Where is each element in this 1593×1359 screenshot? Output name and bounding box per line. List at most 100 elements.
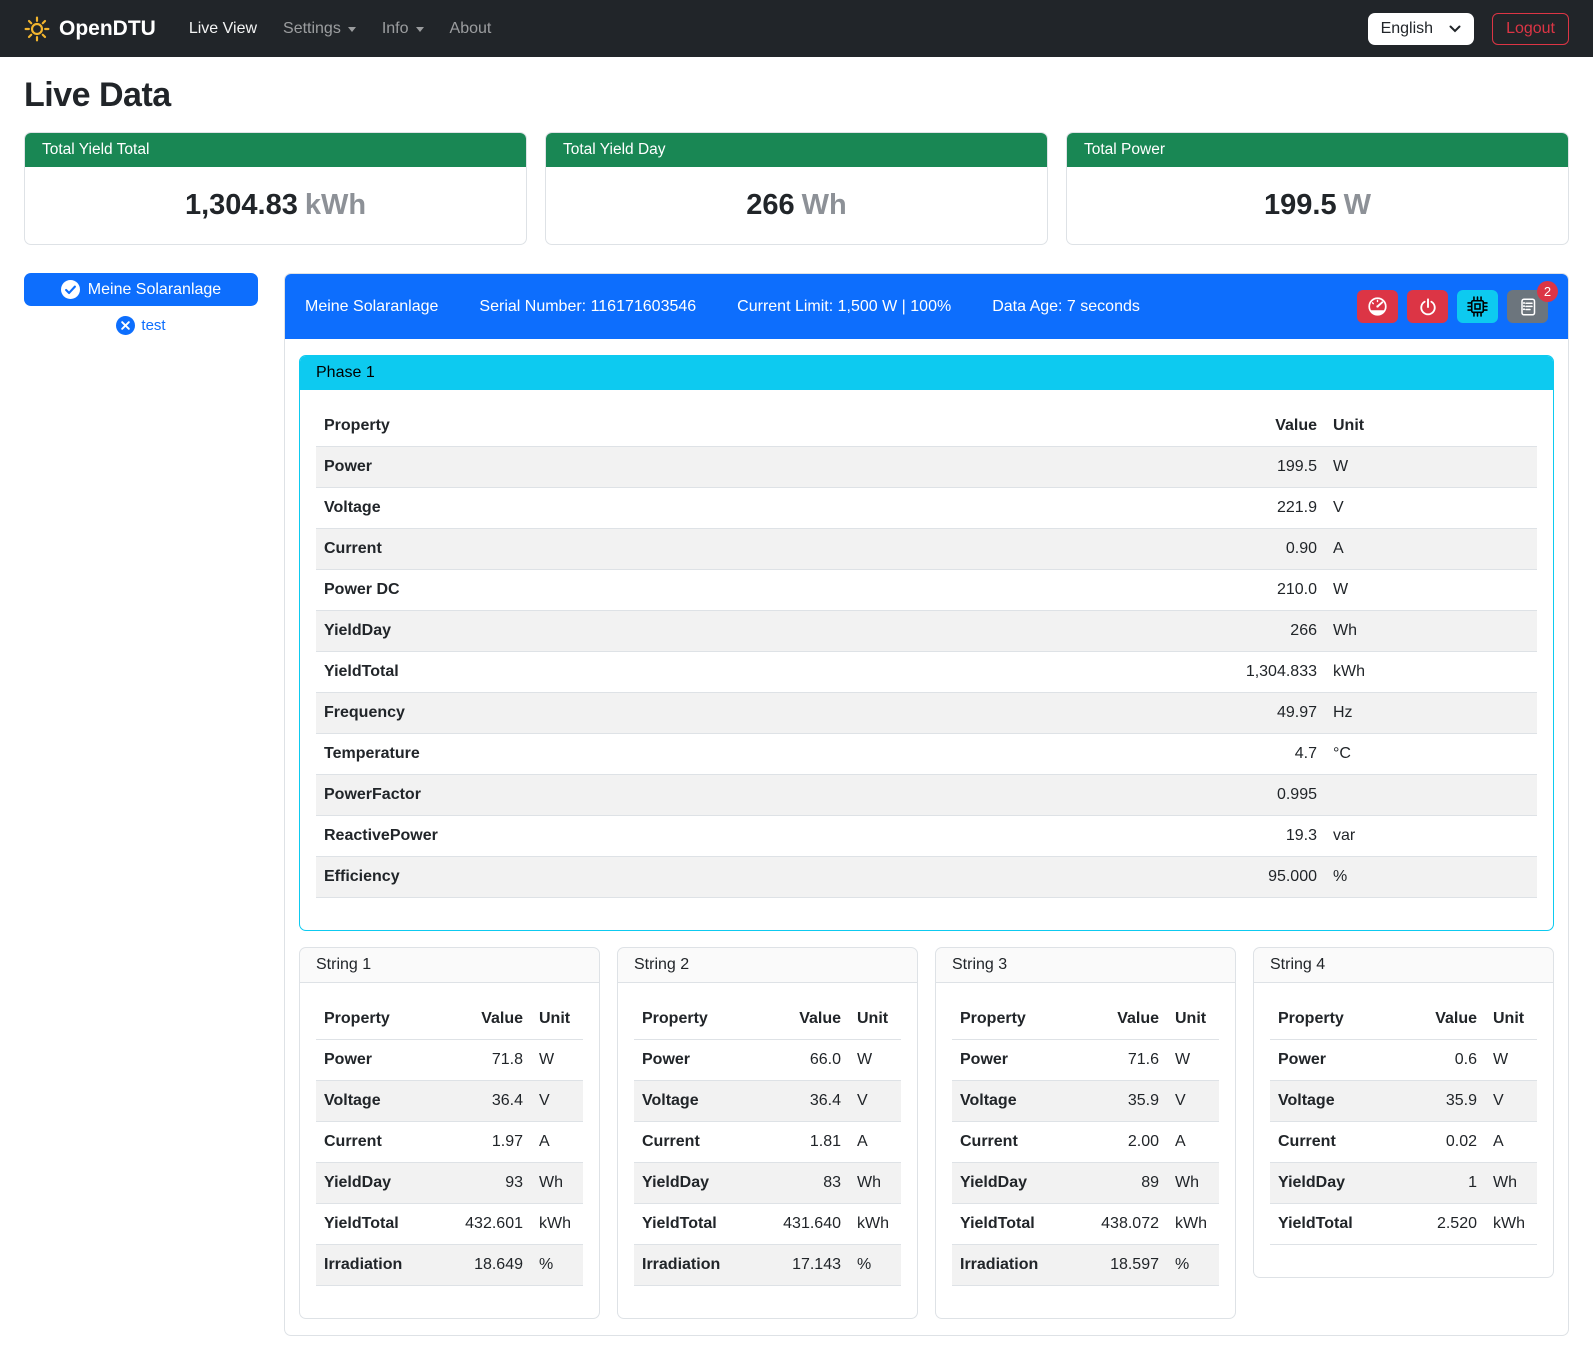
value-cell: 66.0	[769, 1040, 849, 1081]
logout-button[interactable]: Logout	[1492, 13, 1569, 45]
property-cell: Voltage	[316, 1081, 451, 1122]
table-row: Efficiency95.000%	[316, 857, 1537, 898]
table-row: YieldDay83Wh	[634, 1163, 901, 1204]
value-cell: 431.640	[769, 1204, 849, 1245]
total-yield-day-card: Total Yield Day 266Wh	[545, 132, 1048, 245]
table-header-row: Property Value Unit	[316, 999, 583, 1040]
value-cell: 1,304.833	[1205, 652, 1325, 693]
string-3-table: Property Value Unit Power71.6WVoltage35.…	[952, 999, 1219, 1286]
inverter-item-label: test	[141, 317, 165, 334]
inverter-card: Meine Solaranlage Serial Number: 1161716…	[284, 273, 1569, 1336]
unit-cell: var	[1325, 816, 1537, 857]
unit-cell: Wh	[1167, 1163, 1219, 1204]
event-log-button[interactable]: 2	[1507, 290, 1548, 323]
string-title: String 3	[936, 948, 1235, 983]
table-row: YieldDay89Wh	[952, 1163, 1219, 1204]
inverter-select-label: Meine Solaranlage	[88, 281, 221, 299]
unit-cell: V	[1325, 488, 1537, 529]
table-row: Current1.97A	[316, 1122, 583, 1163]
card-value: 1,304.83kWh	[25, 167, 526, 244]
card-value: 266Wh	[546, 167, 1047, 244]
table-row: Frequency49.97Hz	[316, 693, 1537, 734]
unit-cell: V	[531, 1081, 583, 1122]
string-1-panel: String 1 Property Value Unit	[299, 947, 600, 1319]
property-cell: Voltage	[952, 1081, 1087, 1122]
property-cell: YieldTotal	[316, 1204, 451, 1245]
unit-cell: %	[849, 1245, 901, 1286]
table-row: YieldTotal438.072kWh	[952, 1204, 1219, 1245]
property-cell: Power	[1270, 1040, 1405, 1081]
strings-row: String 1 Property Value Unit	[299, 947, 1554, 1319]
table-row: YieldDay1Wh	[1270, 1163, 1537, 1204]
inverter-item-test[interactable]: test	[24, 316, 258, 335]
inverter-actions: 2	[1357, 290, 1548, 323]
value-cell: 35.9	[1087, 1081, 1167, 1122]
column-unit: Unit	[849, 999, 901, 1040]
chevron-down-icon	[348, 27, 356, 32]
nav-live-view-label: Live View	[189, 20, 257, 38]
table-row: Power199.5W	[316, 447, 1537, 488]
column-value: Value	[1405, 999, 1485, 1040]
phase-table-body: Power199.5WVoltage221.9VCurrent0.90APowe…	[316, 447, 1537, 898]
string-2-panel: String 2 Property Value Unit	[617, 947, 918, 1319]
value-cell: 432.601	[451, 1204, 531, 1245]
value-cell: 17.143	[769, 1245, 849, 1286]
language-select[interactable]: English	[1368, 13, 1474, 45]
brand[interactable]: OpenDTU	[24, 16, 156, 42]
device-info-button[interactable]	[1457, 290, 1498, 323]
property-cell: YieldTotal	[316, 652, 1205, 693]
string-4-table-body: Power0.6WVoltage35.9VCurrent0.02AYieldDa…	[1270, 1040, 1537, 1245]
navbar: OpenDTU Live View Settings Info About En…	[0, 0, 1593, 57]
value: 266	[746, 189, 794, 221]
table-row: Power DC210.0W	[316, 570, 1537, 611]
inverter-serial: Serial Number: 116171603546	[479, 298, 696, 316]
property-cell: YieldDay	[316, 1163, 451, 1204]
power-button[interactable]	[1407, 290, 1448, 323]
property-cell: Irradiation	[316, 1245, 451, 1286]
property-cell: Power	[316, 447, 1205, 488]
table-header-row: Property Value Unit	[634, 999, 901, 1040]
brand-label: OpenDTU	[59, 17, 156, 41]
property-cell: YieldTotal	[634, 1204, 769, 1245]
value-cell: 36.4	[769, 1081, 849, 1122]
unit: W	[1344, 189, 1371, 221]
string-title: String 1	[300, 948, 599, 983]
nav-info[interactable]: Info	[369, 12, 437, 46]
table-row: Irradiation17.143%	[634, 1245, 901, 1286]
unit-cell: W	[1325, 447, 1537, 488]
value-cell: 0.02	[1405, 1122, 1485, 1163]
table-row: Current2.00A	[952, 1122, 1219, 1163]
cpu-chip-icon	[1467, 296, 1488, 317]
nav-links: Live View Settings Info About	[176, 12, 505, 46]
value-cell: 18.649	[451, 1245, 531, 1286]
value-cell: 95.000	[1205, 857, 1325, 898]
property-cell: Power	[634, 1040, 769, 1081]
table-header-row: Property Value Unit	[1270, 999, 1537, 1040]
table-row: Power0.6W	[1270, 1040, 1537, 1081]
nav-live-view[interactable]: Live View	[176, 12, 270, 46]
property-cell: Voltage	[634, 1081, 769, 1122]
unit-cell: W	[531, 1040, 583, 1081]
property-cell: YieldDay	[1270, 1163, 1405, 1204]
value: 199.5	[1264, 189, 1337, 221]
nav-settings[interactable]: Settings	[270, 12, 369, 46]
column-value: Value	[769, 999, 849, 1040]
inverter-data-age: Data Age: 7 seconds	[992, 298, 1140, 316]
unit-cell: %	[531, 1245, 583, 1286]
unit-cell: A	[1485, 1122, 1537, 1163]
table-row: Voltage36.4V	[634, 1081, 901, 1122]
string-2-table: Property Value Unit Power66.0WVoltage36.…	[634, 999, 901, 1286]
unit-cell: A	[1325, 529, 1537, 570]
inverter-select-button[interactable]: Meine Solaranlage	[24, 273, 258, 306]
table-row: Voltage35.9V	[1270, 1081, 1537, 1122]
table-row: Temperature4.7°C	[316, 734, 1537, 775]
inverter-limit: Current Limit: 1,500 W | 100%	[737, 298, 951, 316]
string-4-table: Property Value Unit Power0.6WVoltage35.9…	[1270, 999, 1537, 1245]
table-row: Voltage221.9V	[316, 488, 1537, 529]
value-cell: 0.995	[1205, 775, 1325, 816]
property-cell: Irradiation	[634, 1245, 769, 1286]
nav-about[interactable]: About	[437, 12, 505, 46]
table-row: Current0.02A	[1270, 1122, 1537, 1163]
limit-settings-button[interactable]	[1357, 290, 1398, 323]
value-cell: 2.00	[1087, 1122, 1167, 1163]
